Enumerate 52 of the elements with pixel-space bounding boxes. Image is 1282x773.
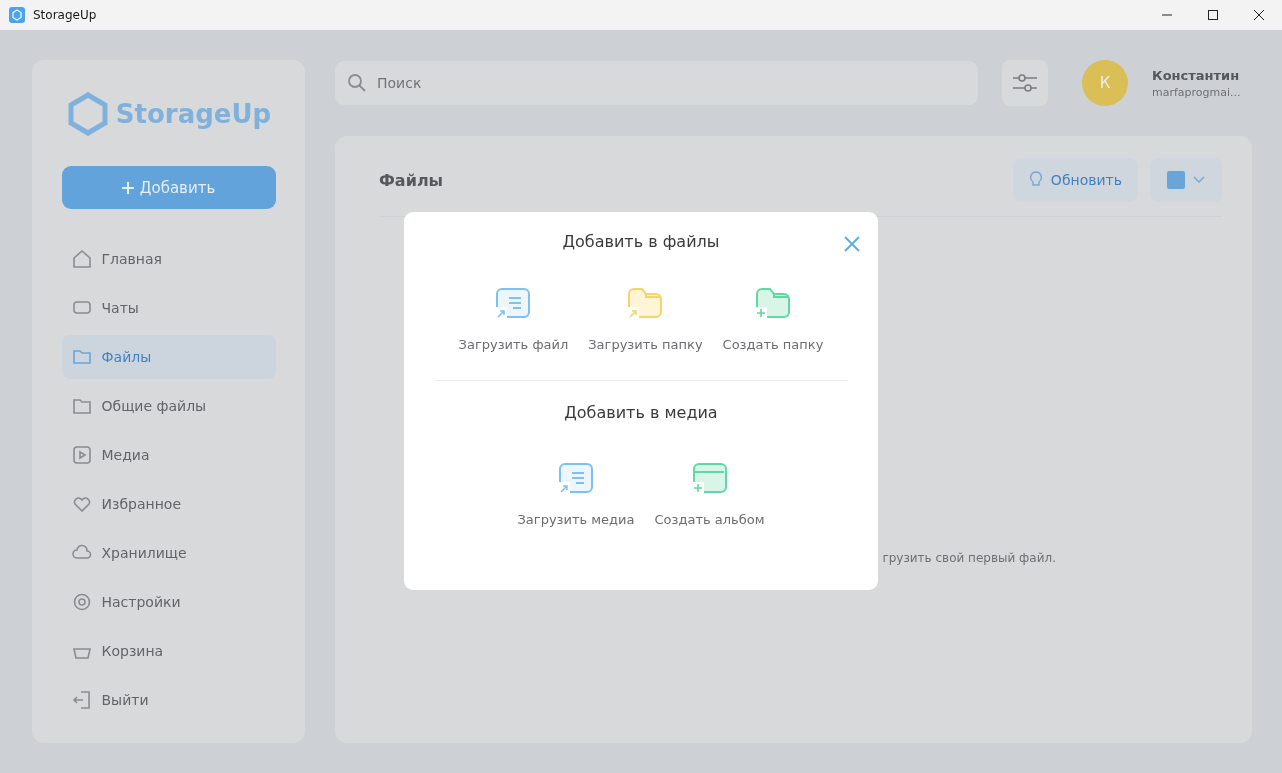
search-icon [347,73,367,93]
sidebar-item[interactable]: Хранилище [61,531,276,575]
upload-document-icon [558,462,594,494]
add-option[interactable]: Создать папку [722,287,824,352]
sidebar-item[interactable]: Файлы [61,335,276,379]
page-title: Файлы [379,170,444,190]
minimize-icon [1162,14,1172,16]
section-title: Добавить в файлы [562,232,720,251]
sidebar-item[interactable]: Избранное [61,482,276,526]
add-option[interactable]: Загрузить файл [458,287,569,352]
user-email: marfaprogmai... [1152,85,1242,99]
upload-folder-icon [627,287,664,319]
new-folder-icon [755,287,791,319]
close-icon [842,234,862,254]
window-title: StorageUp [33,8,97,22]
media-icon [71,445,92,465]
app-icon [9,7,25,23]
new-album-icon [691,462,728,494]
sidebar-item[interactable]: Выйти [61,678,276,722]
plus-icon [121,181,134,194]
logo-text: StorageUp [115,99,272,129]
sidebar-item[interactable]: Главная [61,237,276,281]
sidebar-item[interactable]: Корзина [61,629,276,673]
sidebar-item[interactable]: Общие файлы [61,384,276,428]
refresh-button[interactable]: Обновить [1012,158,1138,202]
user-name: Константин [1152,67,1241,83]
folder-icon [71,347,92,367]
add-option[interactable]: Создать альбом [654,462,765,527]
home-icon [71,249,92,269]
sidebar-item[interactable]: Чаты [61,286,276,330]
section-title: Добавить в медиа [564,403,718,422]
empty-state-hint: грузить свой первый файл. [882,551,1056,565]
add-button[interactable]: Добавить [61,166,276,209]
sliders-icon [1011,72,1039,94]
sidebar-item[interactable]: Медиа [61,433,276,477]
filter-button[interactable] [1002,60,1048,106]
maximize-icon [1208,10,1218,20]
search-field[interactable]: Поиск [335,61,978,105]
add-option[interactable]: Загрузить папку [588,287,703,352]
heart-icon [71,494,92,514]
grid-icon [1167,171,1185,189]
close-button[interactable] [842,234,862,254]
upload-document-icon [495,287,532,319]
folder-icon [71,396,92,416]
bulb-icon [1028,171,1043,189]
exit-icon [71,690,92,710]
caret-icon [1193,176,1205,184]
sidebar-item[interactable]: Настройки [61,580,276,624]
close-icon [1254,10,1264,20]
add-option[interactable]: Загрузить медиа [517,462,635,527]
view-mode-button[interactable] [1150,158,1222,202]
settings-icon [71,592,92,612]
